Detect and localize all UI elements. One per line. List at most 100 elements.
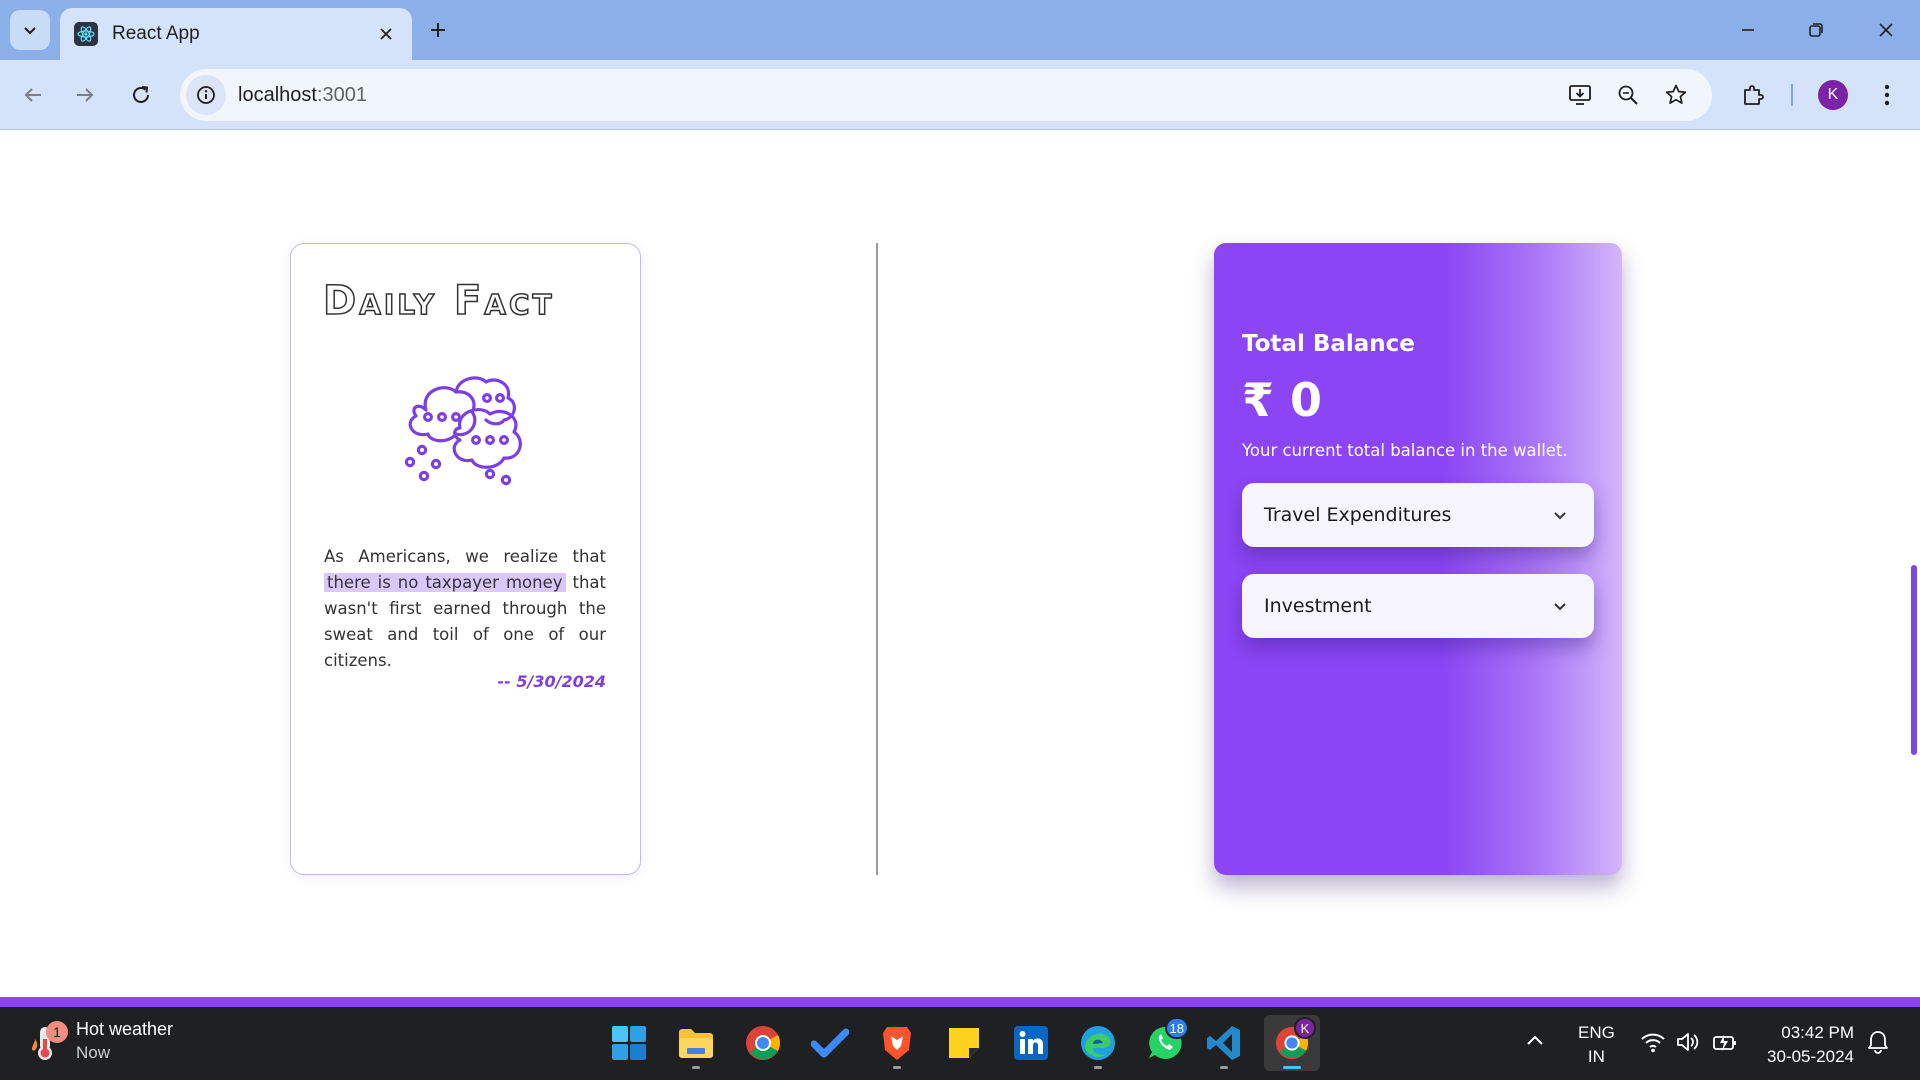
region-code: IN: [1587, 1047, 1605, 1066]
running-indicator: [893, 1066, 901, 1069]
weather-alert-badge: 1: [46, 1021, 68, 1043]
site-info-icon[interactable]: [186, 75, 226, 115]
address-bar[interactable]: localhost:3001: [180, 69, 1712, 121]
extensions-button[interactable]: [1734, 76, 1772, 114]
running-indicator: [1094, 1066, 1102, 1069]
system-clock[interactable]: 03:42 PM 30-05-2024: [1767, 1021, 1854, 1069]
chrome-icon: [746, 1026, 780, 1060]
folder-icon: [679, 1029, 713, 1058]
new-tab-button[interactable]: [422, 14, 454, 46]
taskbar-chrome-profile[interactable]: K: [1264, 1015, 1320, 1071]
wallet-balance-card: Total Balance ₹ 0 Your current total bal…: [1214, 243, 1622, 875]
notification-bell-icon: [1868, 1031, 1888, 1054]
travel-expenditures-dropdown[interactable]: Travel Expenditures: [1242, 483, 1594, 547]
plus-icon: [431, 23, 445, 37]
running-indicator: [692, 1066, 700, 1069]
taskbar-whatsapp[interactable]: 18: [1137, 1015, 1193, 1071]
page-scrollbar[interactable]: [1911, 565, 1917, 755]
taskbar-edge[interactable]: [1070, 1015, 1126, 1071]
chevron-down-icon: [24, 27, 36, 35]
browser-menu-button[interactable]: [1868, 76, 1906, 114]
fact-text-start: As Americans, we realize that: [324, 547, 606, 566]
close-icon: [1879, 23, 1893, 37]
taskbar-file-explorer[interactable]: [668, 1015, 724, 1071]
bookmark-star-icon[interactable]: [1658, 77, 1694, 113]
chevron-down-icon: [1548, 503, 1572, 527]
clock-time: 03:42 PM: [1781, 1023, 1854, 1042]
clock-date: 30-05-2024: [1767, 1047, 1854, 1066]
back-button[interactable]: [14, 76, 52, 114]
taskbar-brave[interactable]: [869, 1015, 925, 1071]
browser-tab[interactable]: React App: [60, 8, 412, 60]
vscode-icon: [1207, 1026, 1240, 1060]
weather-title: Hot weather: [76, 1019, 174, 1039]
weather-subtitle: Now: [76, 1043, 111, 1062]
taskbar-vscode[interactable]: [1196, 1015, 1252, 1071]
language-code: ENG: [1578, 1023, 1615, 1042]
balance-amount: ₹ 0: [1242, 373, 1323, 427]
balance-label: Total Balance: [1242, 331, 1415, 357]
vertical-divider: [876, 243, 878, 875]
daily-fact-card: Daily Fact As Americans, we realize that…: [290, 243, 641, 875]
browser-toolbar: localhost:3001 K: [0, 60, 1920, 130]
install-app-icon[interactable]: [1562, 77, 1598, 113]
network-status[interactable]: [1640, 1031, 1666, 1058]
forward-button[interactable]: [66, 76, 104, 114]
daily-fact-text: As Americans, we realize that there is n…: [324, 544, 606, 674]
arrow-left-icon: [24, 88, 41, 102]
running-indicator: [1220, 1066, 1228, 1069]
avatar: K: [1818, 80, 1848, 110]
chevron-up-icon: [1527, 1035, 1543, 1045]
minimize-icon: [1742, 29, 1754, 31]
react-logo-icon: [74, 22, 98, 46]
tab-title: React App: [112, 23, 200, 44]
show-hidden-icons-button[interactable]: [1526, 1031, 1544, 1051]
investment-dropdown[interactable]: Investment: [1242, 574, 1594, 638]
speaker-icon: [1677, 1033, 1699, 1051]
taskbar-chrome[interactable]: [735, 1015, 791, 1071]
sticky-note-icon: [949, 1028, 979, 1058]
balance-description: Your current total balance in the wallet…: [1242, 441, 1568, 460]
restore-icon: [1809, 23, 1823, 37]
reload-button[interactable]: [122, 76, 160, 114]
toolbar-separator: [1791, 84, 1793, 106]
linkedin-icon: [1014, 1026, 1048, 1060]
taskbar-linkedin[interactable]: [1003, 1015, 1059, 1071]
checkmark-icon: [811, 1028, 849, 1058]
volume-control[interactable]: [1676, 1031, 1700, 1058]
footer-strip: [0, 997, 1920, 1007]
reload-icon: [133, 86, 149, 103]
wifi-icon: [1641, 1033, 1665, 1053]
restore-button[interactable]: [1798, 12, 1834, 48]
language-indicator[interactable]: ENG IN: [1578, 1021, 1615, 1069]
minimize-button[interactable]: [1730, 12, 1766, 48]
dropdown-label: Travel Expenditures: [1264, 504, 1452, 526]
chevron-down-icon: [1548, 594, 1572, 618]
close-tab-icon[interactable]: [374, 22, 398, 46]
taskbar-sticky-notes[interactable]: [936, 1015, 992, 1071]
edge-icon: [1081, 1026, 1115, 1060]
weather-widget[interactable]: 1 Hot weather Now: [28, 1019, 173, 1063]
url-host: localhost: [238, 83, 317, 106]
daily-fact-title: Daily Fact: [322, 277, 555, 325]
start-button[interactable]: [601, 1015, 657, 1071]
tab-search-button[interactable]: [10, 10, 50, 50]
zoom-icon[interactable]: [1610, 77, 1646, 113]
page-content: [0, 131, 1920, 997]
battery-status[interactable]: [1712, 1031, 1738, 1058]
chat-bubbles-icon: [404, 376, 522, 486]
arrow-right-icon: [77, 88, 94, 102]
battery-charging-icon: [1713, 1035, 1736, 1051]
chrome-profile-badge: K: [1294, 1017, 1316, 1039]
close-window-button[interactable]: [1868, 12, 1904, 48]
windows-logo-icon: [612, 1026, 646, 1060]
taskbar-todo[interactable]: [802, 1015, 858, 1071]
url-port: :3001: [316, 83, 367, 106]
taskbar: 1 Hot weather Now 18 K ENG IN 03:42 PM 3…: [0, 1007, 1920, 1080]
puzzle-icon: [1744, 85, 1764, 105]
brave-lion-icon: [883, 1027, 911, 1060]
browser-tab-bar: React App: [0, 0, 1920, 60]
profile-button[interactable]: K: [1814, 76, 1852, 114]
notifications-button[interactable]: [1866, 1029, 1890, 1060]
fact-highlight: there is no taxpayer money: [324, 573, 566, 592]
